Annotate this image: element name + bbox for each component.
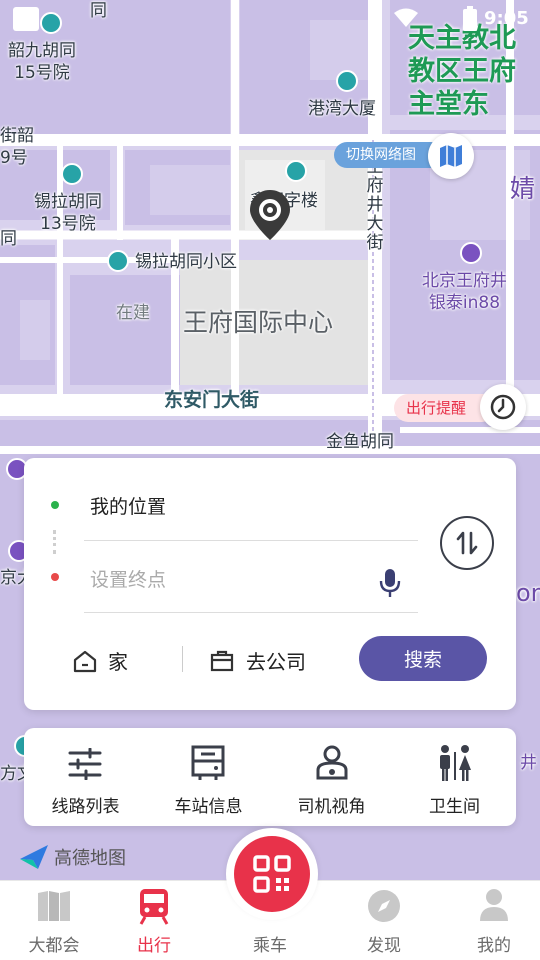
station-board-icon [191,745,225,780]
location-pin-icon[interactable] [248,188,292,242]
nav-metropolis[interactable]: 大都会 [0,881,108,960]
map-label: 王府国际中心 [183,308,334,337]
map-label: 井 [520,753,537,773]
tool-label: 司机视角 [297,797,366,817]
home-icon [73,650,97,672]
map-label: 街韶 9号 [0,126,34,168]
compass-icon [368,890,400,922]
nav-travel[interactable]: 出行 [100,881,208,960]
route-connector [53,530,56,554]
clock-icon [490,394,516,420]
swap-button[interactable] [440,516,494,570]
map-label: 在建 [116,303,150,323]
microphone-icon[interactable] [379,568,401,598]
destination-input[interactable]: 设置终点 [90,565,166,592]
wifi-icon [394,8,418,27]
route-card: 我的位置 设置终点 家 去公司 搜索 [24,458,516,710]
home-label: 家 [108,650,128,674]
divider [84,540,418,541]
map-label: 锡拉胡同 13号院 [34,192,102,234]
notification-icon [13,7,39,31]
tool-label: 线路列表 [51,797,120,817]
map-label: 北京王府井 银泰in88 [422,271,507,313]
tool-label: 卫生间 [429,797,480,817]
map-label: 同 [0,229,17,249]
poi-teal-icon[interactable] [336,70,358,92]
metropolis-icon [38,891,70,921]
nav-discover[interactable]: 发现 [330,881,438,960]
origin-dot [51,501,59,509]
qr-ride-button[interactable] [234,836,310,912]
company-shortcut[interactable]: 去公司 [210,646,306,675]
map-label: 港湾大厦 [308,99,376,119]
nav-mine[interactable]: 我的 [440,881,540,960]
poi-teal-icon[interactable] [285,160,307,182]
map-label: on [516,579,540,607]
map-label: 锡拉胡同小区 [135,252,237,272]
divider [182,646,183,672]
train-icon [139,889,169,925]
switch-network-button[interactable] [428,133,474,179]
tools-card: 线路列表 车站信息 司机视角 卫生间 [24,728,516,826]
tool-station-info[interactable]: 车站信息 [147,728,270,826]
status-bar: 9:05 [0,0,540,38]
tool-restroom[interactable]: 卫生间 [393,728,516,826]
map-label: 东安门大街 [164,389,260,411]
map-icon [440,145,462,167]
briefcase-icon [210,650,234,671]
home-shortcut[interactable]: 家 [72,646,128,675]
tool-label: 车站信息 [174,797,243,817]
tool-driver-view[interactable]: 司机视角 [270,728,393,826]
travel-reminder-button[interactable] [480,384,526,430]
restroom-icon [440,745,471,781]
swap-icon [456,531,478,555]
amap-logo: 高德地图 [18,843,126,871]
destination-dot [51,573,59,581]
map-label: 韶九胡同 15号院 [8,41,76,83]
poi-teal-icon[interactable] [107,250,129,272]
sliders-icon [68,748,102,780]
status-time: 9:05 [484,8,529,29]
search-button[interactable]: 搜索 [359,636,487,681]
poi-teal-icon[interactable] [61,163,83,185]
origin-field[interactable]: 我的位置 [90,492,166,519]
battery-icon [463,6,477,31]
divider [84,612,418,613]
map-label: 王府井大街 [366,158,384,253]
amap-logo-icon [20,845,48,869]
map-label: 金鱼胡同 [326,432,394,452]
company-label: 去公司 [246,650,306,674]
person-icon [480,889,508,921]
qr-code-icon [253,855,291,893]
tool-line-list[interactable]: 线路列表 [24,728,147,826]
driver-icon [316,745,348,780]
poi-purple-icon[interactable] [460,242,482,264]
map-label: 婧 [510,174,536,203]
